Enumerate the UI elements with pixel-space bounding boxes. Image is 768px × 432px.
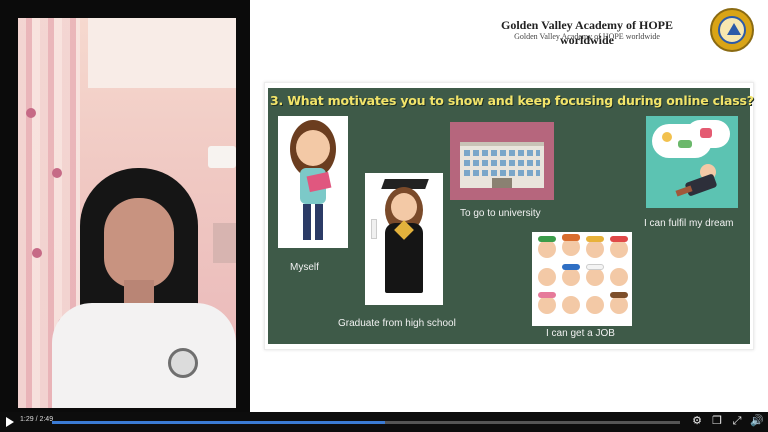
school-subtitle: Golden Valley Academy of HOPE worldwide [514, 32, 660, 41]
webcam-video [18, 18, 236, 408]
volume-icon[interactable]: 🔊 [750, 414, 764, 428]
label-graduate: Graduate from high school [338, 318, 456, 329]
label-myself: Myself [290, 262, 319, 273]
webcam-panel [0, 0, 250, 412]
professions-grid-icon [532, 232, 632, 326]
play-icon[interactable] [6, 417, 14, 427]
settings-gear-icon[interactable]: ⚙ [690, 414, 704, 428]
seek-progress [52, 421, 385, 424]
label-university: To go to university [460, 208, 541, 219]
school-logo-icon [710, 8, 754, 52]
time-display: 1:29 / 2:49 [20, 416, 54, 423]
university-building-icon [450, 122, 554, 200]
air-conditioner [208, 146, 236, 168]
graduate-girl-icon [365, 173, 443, 305]
label-job: I can get a JOB [546, 328, 615, 339]
seek-bar[interactable] [52, 421, 680, 424]
picture-in-picture-icon[interactable]: ❐ [710, 414, 724, 428]
fullscreen-icon[interactable]: ⤢ [730, 414, 744, 428]
slide-question: 3. What motivates you to show and keep f… [270, 93, 754, 108]
girl-holding-book-icon [278, 116, 348, 248]
dreaming-man-icon [646, 116, 738, 208]
school-badge [168, 348, 198, 378]
label-dream: I can fulfil my dream [644, 218, 734, 229]
